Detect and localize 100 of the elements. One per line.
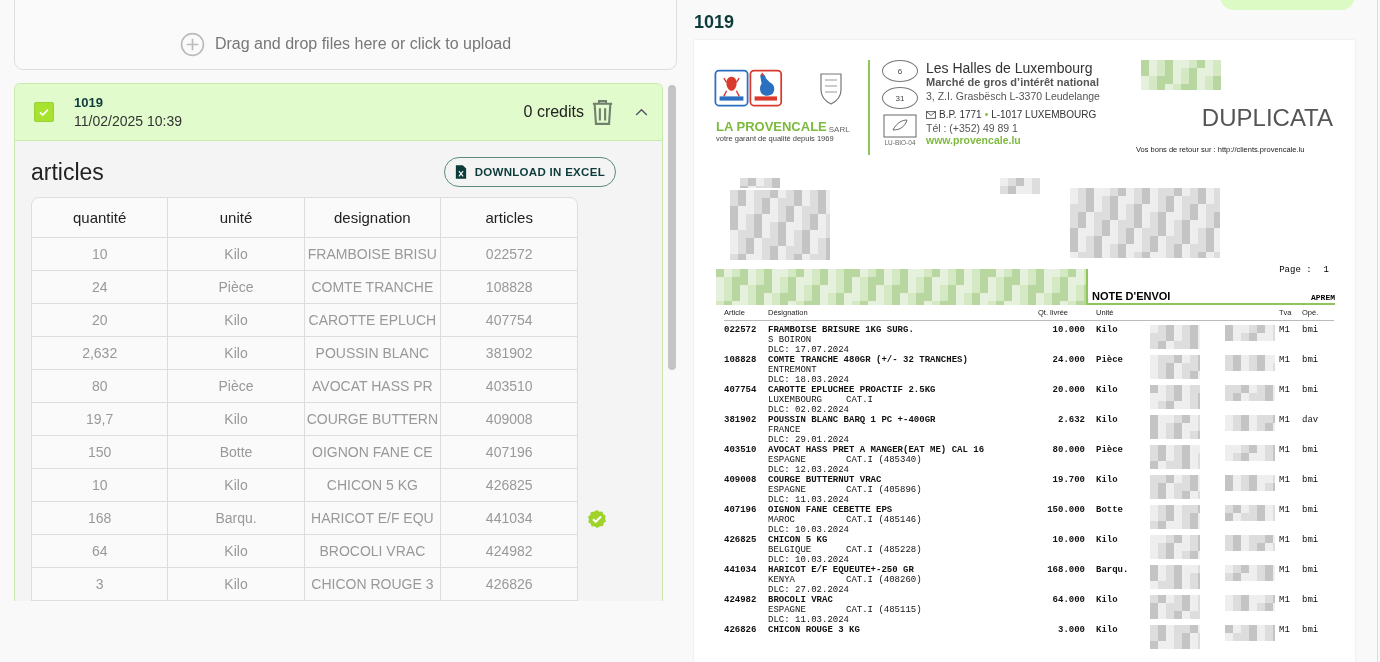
table-cell[interactable]: Barqu.	[168, 502, 305, 535]
item-origin: MAROC	[768, 515, 796, 525]
table-cell[interactable]: 168	[32, 502, 169, 535]
legal-form: SARL	[828, 125, 850, 134]
vat-code: M1	[1279, 505, 1291, 517]
article-code: 381902	[724, 415, 758, 427]
add-circle-icon	[179, 31, 205, 57]
table-cell[interactable]: 381902	[441, 337, 578, 370]
table-cell[interactable]: 150	[32, 436, 169, 469]
article-code: 441034	[724, 565, 758, 577]
table-cell[interactable]: HARICOT E/F EQU	[304, 502, 442, 535]
table-cell[interactable]: AVOCAT HASS PR	[304, 370, 442, 403]
table-cell[interactable]: COURGE BUTTERN	[304, 403, 442, 436]
item-grade: CAT.I (485340)	[846, 455, 922, 465]
table-cell[interactable]: FRAMBOISE BRISU	[304, 238, 442, 271]
table-cell[interactable]: Kilo	[168, 535, 305, 568]
table-cell[interactable]: CHICON 5 KG	[304, 469, 442, 502]
vat-code: M1	[1279, 595, 1291, 607]
item-designation: COURGE BUTTERNUT VRAC	[768, 475, 882, 485]
item-unit: Pièce	[1096, 445, 1124, 457]
table-cell[interactable]: OIGNON FANE CE	[304, 436, 442, 469]
table-cell[interactable]: 424982	[441, 535, 578, 568]
redacted-block	[1225, 625, 1275, 641]
table-cell[interactable]: 407754	[441, 304, 578, 337]
chevron-icon[interactable]	[635, 108, 648, 116]
table-cell[interactable]: 2,632	[32, 337, 169, 370]
redacted-block	[1225, 415, 1275, 431]
table-cell[interactable]: Kilo	[168, 238, 305, 271]
delivered-quantity: 168.000	[1046, 565, 1085, 577]
item-expiry: DLC: 10.03.2024	[768, 555, 849, 565]
item-grade: CAT.I (485228)	[846, 545, 922, 555]
operator-code: bmi	[1302, 445, 1320, 457]
table-cell[interactable]: 20	[32, 304, 169, 337]
redacted-block	[1150, 445, 1200, 469]
credits-label: 0 credits	[523, 103, 584, 121]
article-code: 426825	[724, 535, 758, 547]
article-code: 407196	[724, 505, 758, 517]
table-cell[interactable]: CHICON ROUGE 3	[304, 568, 442, 601]
file-card-header[interactable]: 1019 11/02/2025 10:39 0 credits	[15, 84, 662, 141]
redacted-block	[1000, 178, 1040, 194]
table-cell[interactable]: Kilo	[168, 337, 305, 370]
table-cell[interactable]: CAROTTE EPLUCH	[304, 304, 442, 337]
table-cell[interactable]: Pièce	[168, 271, 305, 304]
delivered-quantity: 150.000	[1046, 505, 1085, 517]
table-cell[interactable]: 10	[32, 469, 169, 502]
table-cell[interactable]: 409008	[441, 403, 578, 436]
operator-code: bmi	[1302, 565, 1320, 577]
table-cell[interactable]: 403510	[441, 370, 578, 403]
redacted-block	[1225, 445, 1275, 461]
table-cell[interactable]: Botte	[168, 436, 305, 469]
redacted-block	[1150, 595, 1200, 619]
page-number: 1	[1323, 265, 1329, 275]
table-cell[interactable]: Kilo	[168, 403, 305, 436]
section-title: articles	[31, 158, 104, 186]
table-cell[interactable]: 108828	[441, 271, 578, 304]
item-unit: Kilo	[1096, 535, 1119, 547]
table-cell[interactable]: 10	[32, 238, 169, 271]
item-unit: Kilo	[1096, 325, 1119, 337]
trash-icon[interactable]	[592, 99, 613, 125]
table-cell[interactable]: 441034	[441, 502, 578, 535]
table-cell[interactable]: Kilo	[168, 469, 305, 502]
item-unit: Kilo	[1096, 415, 1119, 427]
document-type: DUPLICATA	[1201, 104, 1333, 132]
table-cell[interactable]: Kilo	[168, 304, 305, 337]
table-cell[interactable]: BROCOLI VRAC	[304, 535, 442, 568]
table-cell[interactable]: 24	[32, 271, 169, 304]
table-cell[interactable]: 3	[32, 568, 169, 601]
vat-code: M1	[1279, 325, 1291, 337]
table-cell[interactable]: 426826	[441, 568, 578, 601]
item-expiry: DLC: 11.03.2024	[768, 495, 849, 505]
table-cell[interactable]: COMTE TRANCHE	[304, 271, 442, 304]
redacted-block	[1150, 475, 1200, 499]
table-cell[interactable]: 80	[32, 370, 169, 403]
vat-code: M1	[1279, 415, 1291, 427]
item-origin: ESPAGNE	[768, 455, 807, 465]
article-code: 022572	[724, 325, 758, 337]
item-unit: Kilo	[1096, 625, 1119, 637]
table-cell[interactable]: Pièce	[168, 370, 305, 403]
item-expiry: DLC: 02.02.2024	[768, 405, 849, 415]
table-cell[interactable]: 407196	[441, 436, 578, 469]
delivered-quantity: 80.000	[1051, 445, 1085, 457]
table-cell[interactable]: 022572	[441, 238, 578, 271]
table-cell[interactable]: POUSSIN BLANC	[304, 337, 442, 370]
item-unit: Kilo	[1096, 475, 1119, 487]
item-expiry: DLC: 17.07.2024	[768, 345, 849, 355]
item-expiry: DLC: 18.03.2024	[768, 375, 849, 385]
item-unit: Botte	[1096, 505, 1124, 517]
item-grade: CAT.I (485146)	[846, 515, 922, 525]
table-cell[interactable]: 426825	[441, 469, 578, 502]
delivered-quantity: 19.700	[1051, 475, 1085, 487]
item-designation: COMTE TRANCHE 480GR (+/- 32 TRANCHES)	[768, 355, 968, 365]
delivered-quantity: 64.000	[1051, 595, 1085, 607]
scrollbar-thumb[interactable]	[668, 85, 676, 370]
upload-dropzone[interactable]: Drag and drop files here or click to upload	[14, 0, 677, 70]
item-origin: KENYA	[768, 575, 796, 585]
item-grade: CAT.I	[846, 395, 873, 405]
table-cell[interactable]: Kilo	[168, 568, 305, 601]
checkbox[interactable]	[34, 102, 54, 122]
table-cell[interactable]: 19,7	[32, 403, 169, 436]
table-cell[interactable]: 64	[32, 535, 169, 568]
